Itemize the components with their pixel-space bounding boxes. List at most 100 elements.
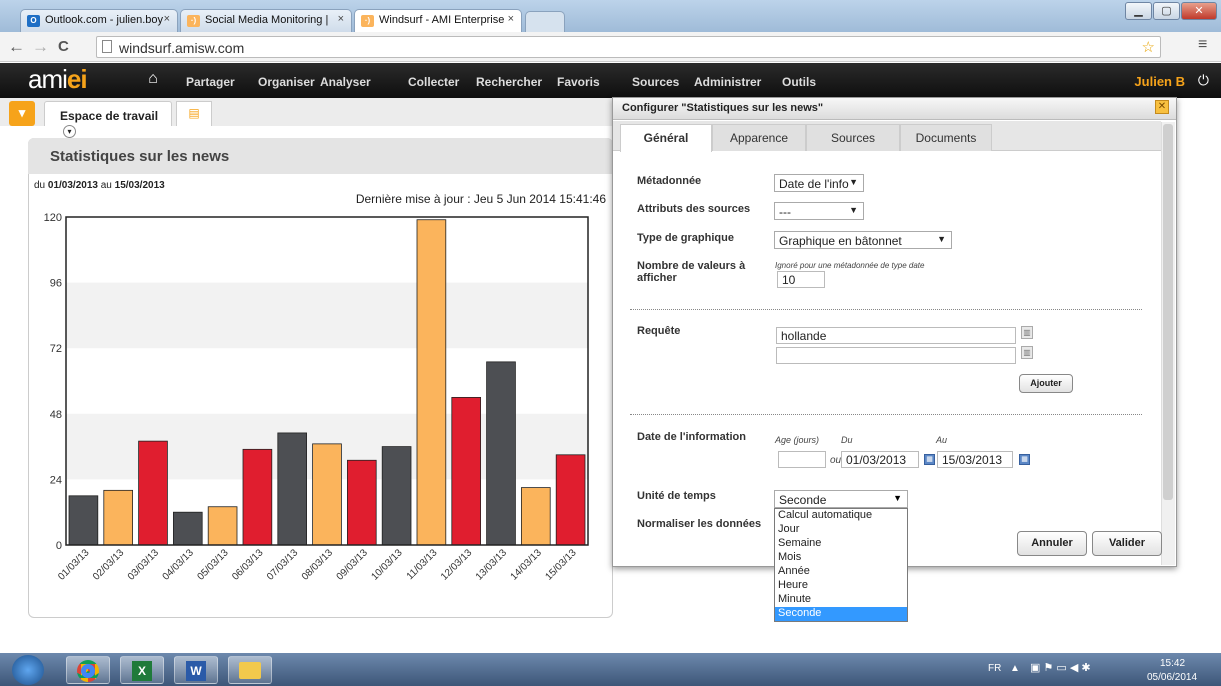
url-text: windsurf.amisw.com bbox=[119, 40, 245, 56]
date-to-input[interactable]: 15/03/2013 bbox=[937, 451, 1013, 468]
date-from-input[interactable]: 01/03/2013 bbox=[841, 451, 919, 468]
user-name[interactable]: Julien B bbox=[1134, 74, 1185, 89]
home-icon[interactable]: ⌂ bbox=[142, 70, 164, 90]
calendar-icon[interactable]: ▦ bbox=[1019, 454, 1030, 465]
dropdown-option[interactable]: Seconde bbox=[775, 607, 907, 621]
chevron-down-icon: ▼ bbox=[893, 493, 902, 503]
close-icon[interactable]: ✕ bbox=[1155, 100, 1169, 114]
last-update: Dernière mise à jour : Jeu 5 Jun 2014 15… bbox=[355, 192, 606, 206]
explorer-taskbar-icon[interactable] bbox=[228, 656, 272, 684]
add-button[interactable]: Ajouter bbox=[1019, 374, 1073, 393]
app-logo[interactable]: amiei bbox=[28, 64, 88, 95]
workspace-menu-icon[interactable]: ▾ bbox=[9, 101, 35, 126]
metadata-select[interactable]: Date de l'info ▼ bbox=[774, 174, 864, 192]
tab-apparence[interactable]: Apparence bbox=[712, 124, 806, 151]
tray-expand-icon[interactable]: ▲ bbox=[1010, 663, 1020, 674]
url-input[interactable]: windsurf.amisw.com ☆ bbox=[96, 36, 1161, 58]
chevron-down-icon: ▼ bbox=[937, 234, 946, 244]
reload-icon[interactable]: C bbox=[58, 38, 69, 55]
forward-icon[interactable]: → bbox=[32, 37, 49, 57]
y-tick-label: 96 bbox=[50, 278, 62, 290]
excel-taskbar-icon[interactable]: X bbox=[120, 656, 164, 684]
chevron-down-icon[interactable]: ▾ bbox=[63, 125, 76, 138]
time-unit-select[interactable]: Seconde ▼ bbox=[774, 490, 908, 508]
chart-type-select[interactable]: Graphique en bâtonnet ▼ bbox=[774, 231, 952, 249]
nav-organiser[interactable]: Organiser bbox=[258, 75, 315, 89]
chart-type-value: Graphique en bâtonnet bbox=[779, 234, 902, 248]
add-tab-icon[interactable]: ▤ bbox=[176, 101, 212, 126]
nav-rechercher[interactable]: Rechercher bbox=[476, 75, 542, 89]
chart-bar bbox=[277, 432, 308, 546]
dropdown-option[interactable]: Mois bbox=[775, 551, 907, 565]
language-indicator[interactable]: FR bbox=[988, 663, 1001, 674]
x-tick-label: 05/03/13 bbox=[195, 547, 231, 583]
metadata-label: Métadonnée bbox=[637, 175, 702, 187]
x-tick-label: 04/03/13 bbox=[161, 547, 197, 583]
dropdown-option[interactable]: Année bbox=[775, 565, 907, 579]
power-icon[interactable]: ⏻ bbox=[1198, 72, 1209, 89]
source-attr-select[interactable]: --- ▼ bbox=[774, 202, 864, 220]
back-icon[interactable]: ← bbox=[8, 37, 25, 57]
dropdown-option[interactable]: Heure bbox=[775, 579, 907, 593]
chrome-taskbar-icon[interactable] bbox=[66, 656, 110, 684]
browser-tab-social[interactable]: ·) Social Media Monitoring | × bbox=[180, 9, 352, 32]
tab-label: Windsurf - AMI Enterprise bbox=[379, 14, 505, 26]
or-text: ou bbox=[830, 455, 842, 466]
star-icon[interactable]: ☆ bbox=[1142, 38, 1155, 56]
x-tick-label: 13/03/13 bbox=[474, 547, 510, 583]
nav-outils[interactable]: Outils bbox=[782, 75, 816, 89]
nav-analyser[interactable]: Analyser bbox=[320, 75, 371, 89]
close-icon[interactable]: × bbox=[164, 13, 170, 25]
calendar-icon[interactable]: ▦ bbox=[924, 454, 935, 465]
tab-sources[interactable]: Sources bbox=[806, 124, 900, 151]
chart-bar bbox=[242, 448, 273, 546]
browser-tab-windsurf[interactable]: ·) Windsurf - AMI Enterprise × bbox=[354, 9, 522, 32]
time-unit-dropdown[interactable]: Calcul automatique Jour Semaine Mois Année He… bbox=[774, 508, 908, 622]
query-input[interactable]: hollande bbox=[776, 327, 1016, 344]
ok-button[interactable]: Valider bbox=[1092, 531, 1162, 556]
x-tick-label: 08/03/13 bbox=[300, 547, 336, 583]
dropdown-option[interactable]: Semaine bbox=[775, 537, 907, 551]
num-values-input[interactable]: 10 bbox=[777, 271, 825, 288]
dropdown-option[interactable]: Calcul automatique bbox=[775, 509, 907, 523]
start-button[interactable] bbox=[12, 655, 44, 685]
menu-icon[interactable]: ≡ bbox=[1198, 36, 1207, 54]
query-input-2[interactable] bbox=[776, 347, 1016, 364]
address-bar: ← → C windsurf.amisw.com ☆ ≡ bbox=[0, 32, 1221, 62]
chart-bar bbox=[103, 489, 134, 546]
page-icon bbox=[102, 40, 112, 53]
word-taskbar-icon[interactable]: W bbox=[174, 656, 218, 684]
num-values-hint: Ignoré pour une métadonnée de type date bbox=[775, 261, 925, 270]
tab-general[interactable]: Général bbox=[620, 124, 712, 152]
tab-documents[interactable]: Documents bbox=[900, 124, 992, 151]
new-tab-button[interactable] bbox=[525, 11, 565, 32]
tab-workspace[interactable]: Espace de travail ▾ bbox=[44, 101, 172, 138]
browser-tab-outlook[interactable]: O Outlook.com - julien.boy × bbox=[20, 9, 178, 32]
trash-icon[interactable]: ▥ bbox=[1021, 346, 1033, 359]
time-unit-label: Unité de temps bbox=[637, 490, 716, 502]
minimize-button[interactable]: ▁ bbox=[1125, 2, 1152, 20]
windsurf-icon: ·) bbox=[187, 15, 200, 27]
source-attr-label: Attributs des sources bbox=[637, 203, 751, 215]
dropdown-option[interactable]: Minute bbox=[775, 593, 907, 607]
trash-icon[interactable]: ▥ bbox=[1021, 326, 1033, 339]
close-icon[interactable]: × bbox=[508, 13, 514, 25]
age-input[interactable] bbox=[778, 451, 826, 468]
nav-favoris[interactable]: Favoris bbox=[557, 75, 600, 89]
nav-sources[interactable]: Sources bbox=[632, 75, 679, 89]
maximize-button[interactable]: ▢ bbox=[1153, 2, 1180, 20]
close-window-button[interactable]: ✕ bbox=[1181, 2, 1217, 20]
cancel-button[interactable]: Annuler bbox=[1017, 531, 1087, 556]
widget-title: Statistiques sur les news bbox=[28, 138, 613, 174]
nav-administrer[interactable]: Administrer bbox=[694, 75, 761, 89]
nav-partager[interactable]: Partager bbox=[186, 75, 235, 89]
tray-icons[interactable]: ▣ ⚑ ▭ ◀ ✱ bbox=[1030, 661, 1091, 674]
clock-date[interactable]: 05/06/2014 bbox=[1147, 672, 1197, 683]
clock-time[interactable]: 15:42 bbox=[1160, 658, 1185, 669]
nav-collecter[interactable]: Collecter bbox=[408, 75, 459, 89]
chart-bar bbox=[346, 459, 377, 546]
normalize-label: Normaliser les données bbox=[637, 518, 762, 530]
dropdown-option[interactable]: Jour bbox=[775, 523, 907, 537]
close-icon[interactable]: × bbox=[338, 13, 344, 25]
scrollbar-thumb[interactable] bbox=[1163, 124, 1173, 500]
